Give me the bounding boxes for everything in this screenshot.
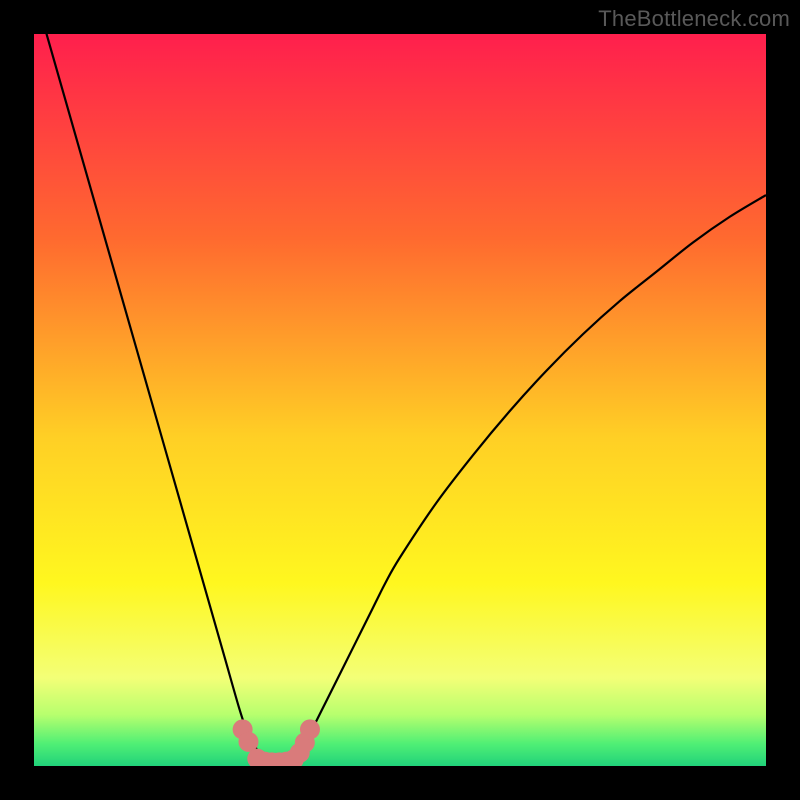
- chart-frame: TheBottleneck.com: [0, 0, 800, 800]
- watermark-label: TheBottleneck.com: [598, 6, 790, 32]
- curve-marker: [300, 719, 320, 739]
- plot-area: [34, 34, 766, 766]
- bottleneck-chart: [34, 34, 766, 766]
- gradient-background: [34, 34, 766, 766]
